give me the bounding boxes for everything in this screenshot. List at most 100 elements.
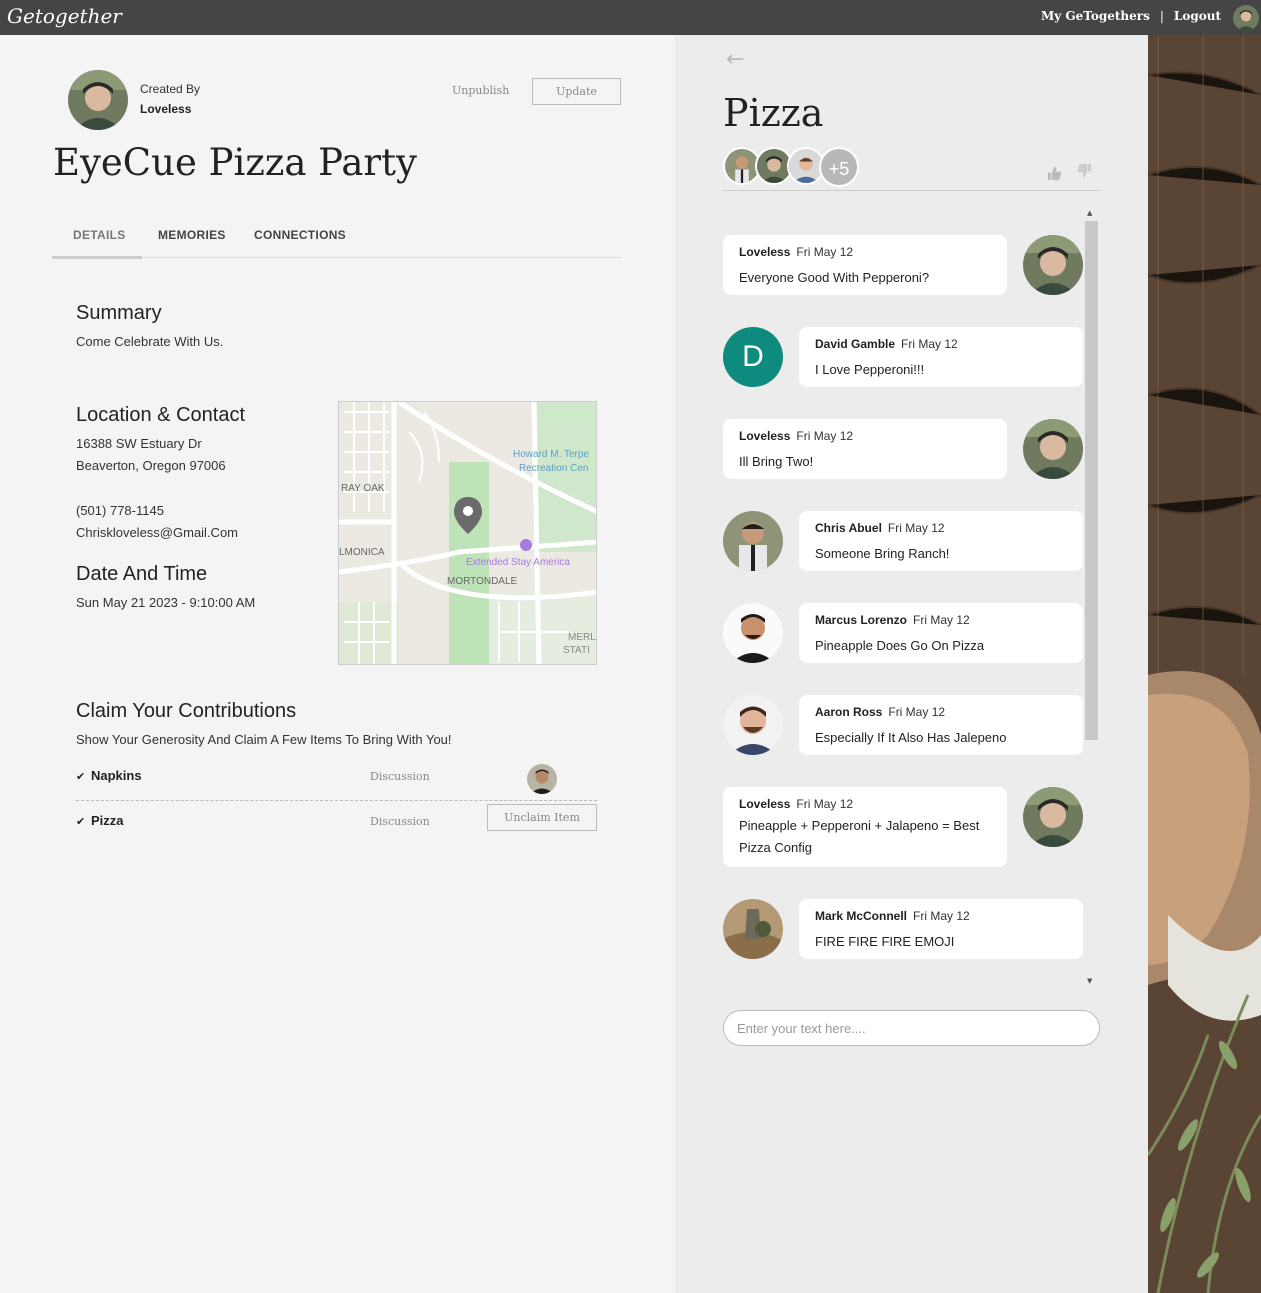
claimer-avatar [527,764,557,794]
arrow-left-icon[interactable]: ← [726,47,744,72]
logout-link[interactable]: Logout [1174,9,1221,23]
contributions-heading: Claim Your Contributions [76,700,297,722]
background-photo [1148,35,1261,1293]
message-text: FIRE FIRE FIRE EMOJI [815,934,955,949]
message-date: Fri May 12 [796,245,854,259]
message-bubble: Marcus Lorenzo Fri May 12 Pineapple Does … [799,603,1083,663]
message-list[interactable]: Loveless Fri May 12 Everyone Good With Pe… [723,207,1100,989]
thumbs-down-icon[interactable] [1077,163,1092,182]
summary-heading: Summary [76,302,162,324]
tab-details[interactable]: DETAILS [73,228,126,242]
message-text: I Love Pepperoni!!! [815,362,925,377]
message-author: David Gamble [815,337,896,351]
message-author: Aaron Ross [815,705,883,719]
thumbs-up-icon[interactable] [1047,166,1062,185]
message-author: Loveless [739,429,791,443]
app-logo[interactable]: Getogether [7,4,122,28]
message-bubble: Mark McConnell Fri May 12 FIRE FIRE FIRE … [799,899,1083,959]
message-author: Chris Abuel [815,521,882,535]
contribution-divider [76,800,597,801]
discussion-link[interactable]: Discussion [370,815,430,828]
contact-phone: (501) 778-1145 [76,503,164,518]
message-item: Loveless Fri May 12 Pineapple + Pepperoni… [723,787,1100,867]
discussion-title: Pizza [723,91,824,135]
top-nav-links: My GeTogethers | Logout [1041,9,1221,23]
location-heading: Location & Contact [76,404,245,426]
map-label-hotel: Extended Stay America [466,557,570,568]
message-item: Marcus Lorenzo Fri May 12 Pineapple Does … [723,603,1100,663]
message-date: Fri May 12 [796,797,854,811]
message-text: Everyone Good With Pepperoni? [739,270,930,285]
scroll-down-arrow-icon[interactable]: ▼ [1087,977,1092,985]
author-avatar [723,511,783,571]
scroll-up-arrow-icon[interactable]: ▲ [1087,209,1092,217]
discussion-link[interactable]: Discussion [370,770,430,783]
author-avatar [1023,235,1083,295]
contact-email[interactable]: Chriskloveless@Gmail.Com [76,525,238,540]
message-input[interactable] [723,1010,1100,1046]
map-label-mortondale: MORTONDALE [447,576,518,587]
tab-connections[interactable]: CONNECTIONS [254,228,346,242]
map-label-lmonica: LMONICA [339,547,385,558]
message-date: Fri May 12 [887,521,945,535]
location-map[interactable]: Howard M. Terpe Recreation Cen RAY OAK L… [338,401,597,665]
event-tabs: DETAILS MEMORIES CONNECTIONS [52,223,621,259]
discussion-divider [723,190,1100,191]
message-date: Fri May 12 [901,337,958,351]
active-tab-indicator [52,256,142,259]
message-item: Aaron Ross Fri May 12 Especially If It Al… [723,695,1100,755]
message-bubble: Aaron Ross Fri May 12 Especially If It Al… [799,695,1083,755]
contribution-name: Napkins [91,768,142,783]
message-author: Marcus Lorenzo [815,613,908,627]
message-author: Mark McConnell [815,909,908,923]
message-text: Pineapple Does Go On Pizza [815,638,985,653]
created-by-label: Created By [140,82,201,96]
address-line1: 16388 SW Estuary Dr [76,436,202,451]
map-label-park: Howard M. Terpe [513,449,589,460]
message-bubble: Loveless Fri May 12 Everyone Good With Pe… [723,235,1007,295]
message-text: Someone Bring Ranch! [815,546,950,561]
author-avatar [723,899,783,959]
author-avatar [1023,419,1083,479]
summary-text: Come Celebrate With Us. [76,334,224,349]
my-getogethers-link[interactable]: My GeTogethers [1041,9,1150,23]
contribution-row-pizza: ✔ Pizza Discussion Unclaim Item [76,804,597,851]
user-avatar[interactable] [1233,5,1259,31]
creator-name: Loveless [140,102,192,116]
author-avatar: D [723,327,783,387]
message-item: Loveless Fri May 12 Everyone Good With Pe… [723,235,1100,295]
unpublish-button[interactable]: Unpublish [452,84,509,97]
nav-separator: | [1159,9,1164,23]
message-item: D David Gamble Fri May 12 I Love Pepperon… [723,327,1100,387]
contributions-text: Show Your Generosity And Claim A Few Ite… [76,732,452,747]
message-date: Fri May 12 [913,909,970,923]
message-date: Fri May 12 [888,705,946,719]
message-text: Ill Bring Two! [739,454,814,469]
event-title: EyeCue Pizza Party [53,141,417,184]
message-author: Loveless [739,245,791,259]
message-text: Pineapple + Pepperoni + Jalapeno = Best … [739,818,980,855]
message-bubble: Loveless Fri May 12 Ill Bring Two! [723,419,1007,479]
message-author: Loveless [739,797,791,811]
update-button[interactable]: Update [532,78,621,105]
event-details-panel: Created By Loveless Unpublish Update Eye… [0,35,675,1293]
top-nav-bar: Getogether My GeTogethers | Logout [0,0,1261,35]
message-date: Fri May 12 [913,613,970,627]
message-item: Mark McConnell Fri May 12 FIRE FIRE FIRE … [723,899,1100,959]
tab-memories[interactable]: MEMORIES [158,228,226,242]
check-icon: ✔ [76,815,86,828]
message-date: Fri May 12 [796,429,854,443]
author-avatar [723,603,783,663]
contribution-name: Pizza [91,813,124,828]
author-avatar [1023,787,1083,847]
address-line2: Beaverton, Oregon 97006 [76,458,226,473]
creator-avatar [68,70,128,130]
datetime-heading: Date And Time [76,563,208,585]
check-icon: ✔ [76,770,86,783]
map-label-ray-oak: RAY OAK [341,483,385,494]
message-item: Loveless Fri May 12 Ill Bring Two! [723,419,1100,479]
unclaim-item-button[interactable]: Unclaim Item [487,804,597,831]
message-list-scrollbar[interactable] [1085,221,1098,740]
discussion-panel: ← Pizza +5 Loveless Fri May 12 Everyone G… [675,35,1148,1293]
more-participants-badge[interactable]: +5 [819,147,859,187]
